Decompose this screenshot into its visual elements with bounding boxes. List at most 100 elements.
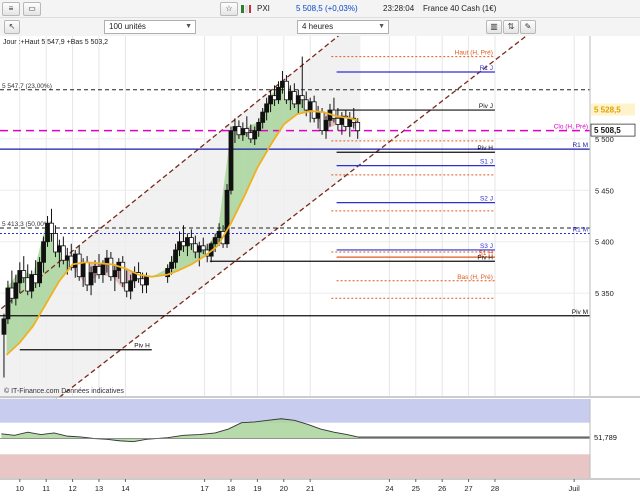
- y-tick-label: 5 450: [595, 186, 614, 195]
- last-price-label: 5 508,5: [594, 126, 621, 135]
- level-label: R1 M: [572, 226, 588, 233]
- y-tick-label: 5 350: [595, 289, 614, 298]
- candle-down: [76, 253, 82, 278]
- candle-down: [21, 270, 27, 279]
- layout-button[interactable]: ▭: [23, 2, 41, 16]
- candle-up: [315, 111, 321, 119]
- candle-up: [72, 253, 78, 268]
- candle-up: [100, 263, 106, 276]
- quote-symbol: PXI: [257, 4, 270, 13]
- level-label: Piv H: [477, 254, 493, 261]
- oscillator-panel: 51,789: [0, 399, 640, 480]
- candle-up: [173, 249, 178, 263]
- chart-header-text: Jour :+Haut 5 547,9 +Bas 5 503,2: [3, 39, 108, 46]
- candle-down: [53, 233, 58, 253]
- x-tick-label: 28: [491, 484, 499, 493]
- level-label: Piv J: [479, 103, 493, 110]
- toolbar-top-row: ≡ ▭ ☆ PXI 5 508,5 (+0,03%) 23:28:04 Fran…: [0, 0, 640, 17]
- x-tick-label: 27: [464, 484, 472, 493]
- candle-up: [169, 261, 174, 269]
- candle-down: [108, 257, 114, 278]
- units-select-value: 100 unités: [109, 22, 146, 31]
- price-axis-background: [590, 36, 640, 396]
- candle-up: [13, 282, 19, 299]
- x-tick-label: 19: [253, 484, 261, 493]
- candle-up: [92, 265, 98, 273]
- candle-up: [268, 95, 273, 105]
- candle-down: [284, 80, 289, 101]
- candle-down: [303, 99, 309, 111]
- candle-up: [17, 270, 23, 284]
- candle-down: [311, 101, 317, 119]
- units-select[interactable]: 100 unités ▼: [104, 20, 196, 34]
- drawing-tools-button[interactable]: ✎: [520, 20, 536, 34]
- candle-up: [228, 130, 234, 191]
- x-tick-label: 18: [227, 484, 235, 493]
- level-label: Haut (H, Pré): [455, 50, 493, 57]
- candle-up: [1, 318, 7, 335]
- candle-up: [280, 80, 285, 88]
- level-label: S3 J: [480, 243, 493, 250]
- candle-up: [232, 126, 238, 132]
- x-tick-label: 25: [412, 484, 420, 493]
- candle-up: [80, 261, 86, 278]
- x-axis: 10 11 12 13 14 17 18 19 20 21 24 25 26 27 28 Juil: [16, 479, 580, 493]
- level-label: Bas (H, Pré): [457, 274, 493, 281]
- indicators-button[interactable]: ⇅: [503, 20, 519, 34]
- level-label: Piv H: [134, 343, 150, 350]
- candle-up: [185, 237, 190, 247]
- chevron-down-icon: ▼: [378, 23, 385, 30]
- candle-down: [236, 126, 242, 136]
- x-tick-label: 21: [306, 484, 314, 493]
- level-label: Piv M: [572, 309, 588, 316]
- candle-down: [291, 91, 297, 105]
- candle-down: [335, 117, 341, 125]
- x-tick-label: 17: [200, 484, 208, 493]
- candle-down: [200, 245, 206, 251]
- candle-down: [140, 278, 145, 286]
- menu-button[interactable]: ≡: [2, 2, 20, 16]
- price-panel: 5 547,7 (23,00%) 5 413,3 (50,00%) Haut (H,…: [0, 36, 640, 444]
- level-label: 5 547,7 (23,00%): [2, 83, 52, 90]
- x-tick-label: 11: [42, 484, 50, 493]
- chart-area[interactable]: 5 547,7 (23,00%) 5 413,3 (50,00%) Haut (H,…: [0, 36, 640, 496]
- candle-up: [37, 261, 42, 284]
- timeframe-select-value: 4 heures: [302, 22, 334, 31]
- candle-up: [41, 241, 46, 263]
- candle-down: [124, 282, 130, 292]
- candle-down: [9, 287, 15, 299]
- candle-up: [323, 119, 329, 132]
- oscillator-upper-band: [0, 399, 590, 423]
- cursor-tool-button[interactable]: ↖: [4, 20, 20, 34]
- candle-down: [188, 237, 194, 245]
- candle-up: [128, 280, 134, 292]
- candle-down: [96, 265, 102, 276]
- candle-up: [216, 231, 222, 239]
- quote-time: 23:28:04: [383, 4, 415, 13]
- level-label: S1 J: [480, 159, 493, 166]
- oscillator-value-label: 51,789: [594, 433, 617, 442]
- candle-down: [244, 128, 250, 134]
- x-tick-label: 12: [68, 484, 76, 493]
- level-label: R1 M: [572, 142, 588, 149]
- candle-down: [84, 261, 90, 286]
- quote-last: 5 508,5 (+0,03%): [296, 4, 358, 13]
- chevron-down-icon: ▼: [185, 23, 192, 30]
- candle-up: [144, 276, 149, 286]
- timeframe-select[interactable]: 4 heures ▼: [297, 20, 389, 34]
- candle-down: [319, 111, 325, 132]
- candle-up: [56, 245, 62, 253]
- candle-up: [5, 287, 11, 320]
- candle-up: [276, 87, 281, 101]
- chart-type-button[interactable]: ▥: [486, 20, 502, 34]
- candle-up: [29, 274, 35, 292]
- candle-down: [299, 95, 305, 101]
- candle-down: [192, 243, 198, 253]
- favorite-button[interactable]: ☆: [220, 2, 238, 16]
- candle-up: [212, 237, 218, 245]
- candle-up: [240, 128, 246, 136]
- toolbar-bottom-row: ↖ 100 unités ▼ 4 heures ▼ ▥ ⇅ ✎: [0, 17, 640, 35]
- x-tick-label: 26: [438, 484, 446, 493]
- candle-down: [33, 274, 39, 284]
- candle-up: [45, 222, 50, 243]
